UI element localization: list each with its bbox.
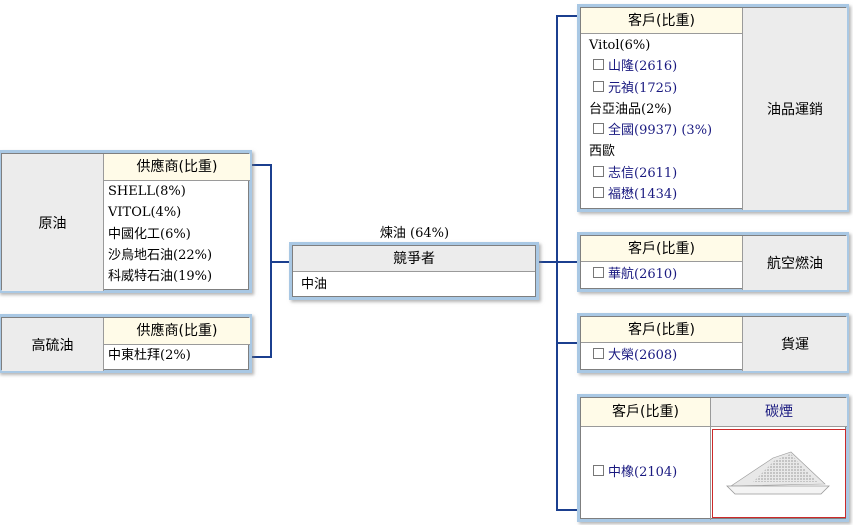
- list-item: 科威特石油(19%): [108, 269, 213, 285]
- product-image: [712, 429, 846, 518]
- product-header: 碳煙: [711, 398, 847, 427]
- checkbox[interactable]: [593, 165, 604, 177]
- checkbox[interactable]: [593, 59, 604, 71]
- supplier-header: 供應商(比重): [104, 318, 250, 345]
- checkbox[interactable]: [593, 123, 604, 135]
- checkbox[interactable]: [593, 187, 604, 199]
- customer-list: Vitol(6%) 山隆(2616) 元禎(1725) 台亞油品(2%) 全國(…: [589, 35, 712, 205]
- customer-header: 客戶(比重): [581, 236, 742, 262]
- competitor-list: 中油: [301, 274, 327, 295]
- customer-box-freight: 客戶(比重) 貨運 大榮(2608): [577, 313, 849, 373]
- list-item: 沙烏地石油(22%): [108, 247, 213, 263]
- checkbox[interactable]: [593, 465, 604, 476]
- connector-to-carbon-black: [556, 509, 578, 511]
- customer-box-carbon-black: 客戶(比重) 碳煙 中橡(2104): [577, 394, 849, 522]
- list-item: VITOL(4%): [108, 205, 182, 221]
- customer-category-label: 航空燃油: [743, 236, 847, 290]
- connector-to-aviation: [556, 261, 578, 263]
- customer-header: 客戶(比重): [581, 317, 742, 343]
- customer-box-oil-sales: 客戶(比重) 油品運銷 Vitol(6%) 山隆(2616) 元禎(1725) …: [577, 4, 849, 212]
- list-item: 西歐: [589, 144, 616, 160]
- competitor-header: 競爭者: [293, 246, 535, 272]
- company-link[interactable]: 華航(2610): [608, 267, 677, 282]
- connector-center-to-right: [537, 261, 557, 263]
- supplier-category-label: 原油: [2, 154, 103, 291]
- customer-category-label: 油品運銷: [743, 8, 847, 210]
- list-item: 中東杜拜(2%): [108, 348, 191, 363]
- list-item: 中國化工(6%): [108, 226, 191, 242]
- connector-to-freight: [556, 342, 578, 344]
- company-link[interactable]: 山隆(2616): [608, 59, 677, 74]
- list-item: Vitol(6%): [589, 38, 651, 53]
- supplier-header: 供應商(比重): [104, 154, 250, 181]
- list-item: 台亞油品(2%): [589, 101, 672, 117]
- connector-crude-out: [252, 164, 271, 166]
- connector-to-oil-sales: [556, 15, 578, 17]
- list-item: 華航(2610): [593, 264, 677, 285]
- company-link[interactable]: 中橡(2104): [608, 465, 677, 480]
- list-item: 大榮(2608): [593, 345, 677, 366]
- checkbox[interactable]: [593, 267, 604, 278]
- list-item: 中油: [301, 277, 328, 292]
- supplier-box-high-sulfur-oil: 高硫油 供應商(比重) 中東杜拜(2%): [0, 314, 252, 373]
- customer-header: 客戶(比重): [581, 398, 710, 427]
- customer-header: 客戶(比重): [581, 8, 742, 34]
- customer-list: 中橡(2104): [593, 462, 677, 483]
- customer-list: 大榮(2608): [593, 345, 677, 366]
- list-item: SHELL(8%): [108, 184, 186, 199]
- list-item: 志信(2611): [589, 163, 712, 184]
- carbon-black-pile-icon: [726, 451, 830, 495]
- company-link[interactable]: 元禎(1725): [608, 81, 677, 96]
- center-caption: 煉油 (64%): [379, 226, 450, 241]
- customer-list: 華航(2610): [593, 264, 677, 285]
- company-link[interactable]: 志信(2611): [608, 166, 677, 181]
- supplier-list: 中東杜拜(2%): [108, 345, 191, 366]
- list-item: 山隆(2616): [589, 56, 712, 77]
- checkbox[interactable]: [593, 80, 604, 92]
- connector-highsulfur-out: [252, 356, 271, 358]
- list-item: 元禎(1725): [589, 78, 712, 99]
- competitor-box: 競爭者 中油: [289, 242, 539, 300]
- company-link[interactable]: 大榮(2608): [608, 348, 677, 363]
- supplier-category-label: 高硫油: [2, 318, 103, 371]
- company-link[interactable]: 福懋(1434): [608, 187, 677, 202]
- list-item: 全國(9937) (3%): [589, 120, 712, 141]
- customer-category-label: 貨運: [743, 317, 847, 371]
- checkbox[interactable]: [593, 348, 604, 359]
- list-item: 福懋(1434): [589, 184, 712, 205]
- list-item: 中橡(2104): [593, 462, 677, 483]
- company-link[interactable]: 全國(9937) (3%): [608, 123, 712, 138]
- supplier-list: SHELL(8%) VITOL(4%) 中國化工(6%) 沙烏地石油(22%) …: [108, 181, 212, 287]
- supplier-box-crude-oil: 原油 供應商(比重) SHELL(8%) VITOL(4%) 中國化工(6%) …: [0, 150, 252, 293]
- customer-box-aviation-fuel: 客戶(比重) 航空燃油 華航(2610): [577, 232, 849, 292]
